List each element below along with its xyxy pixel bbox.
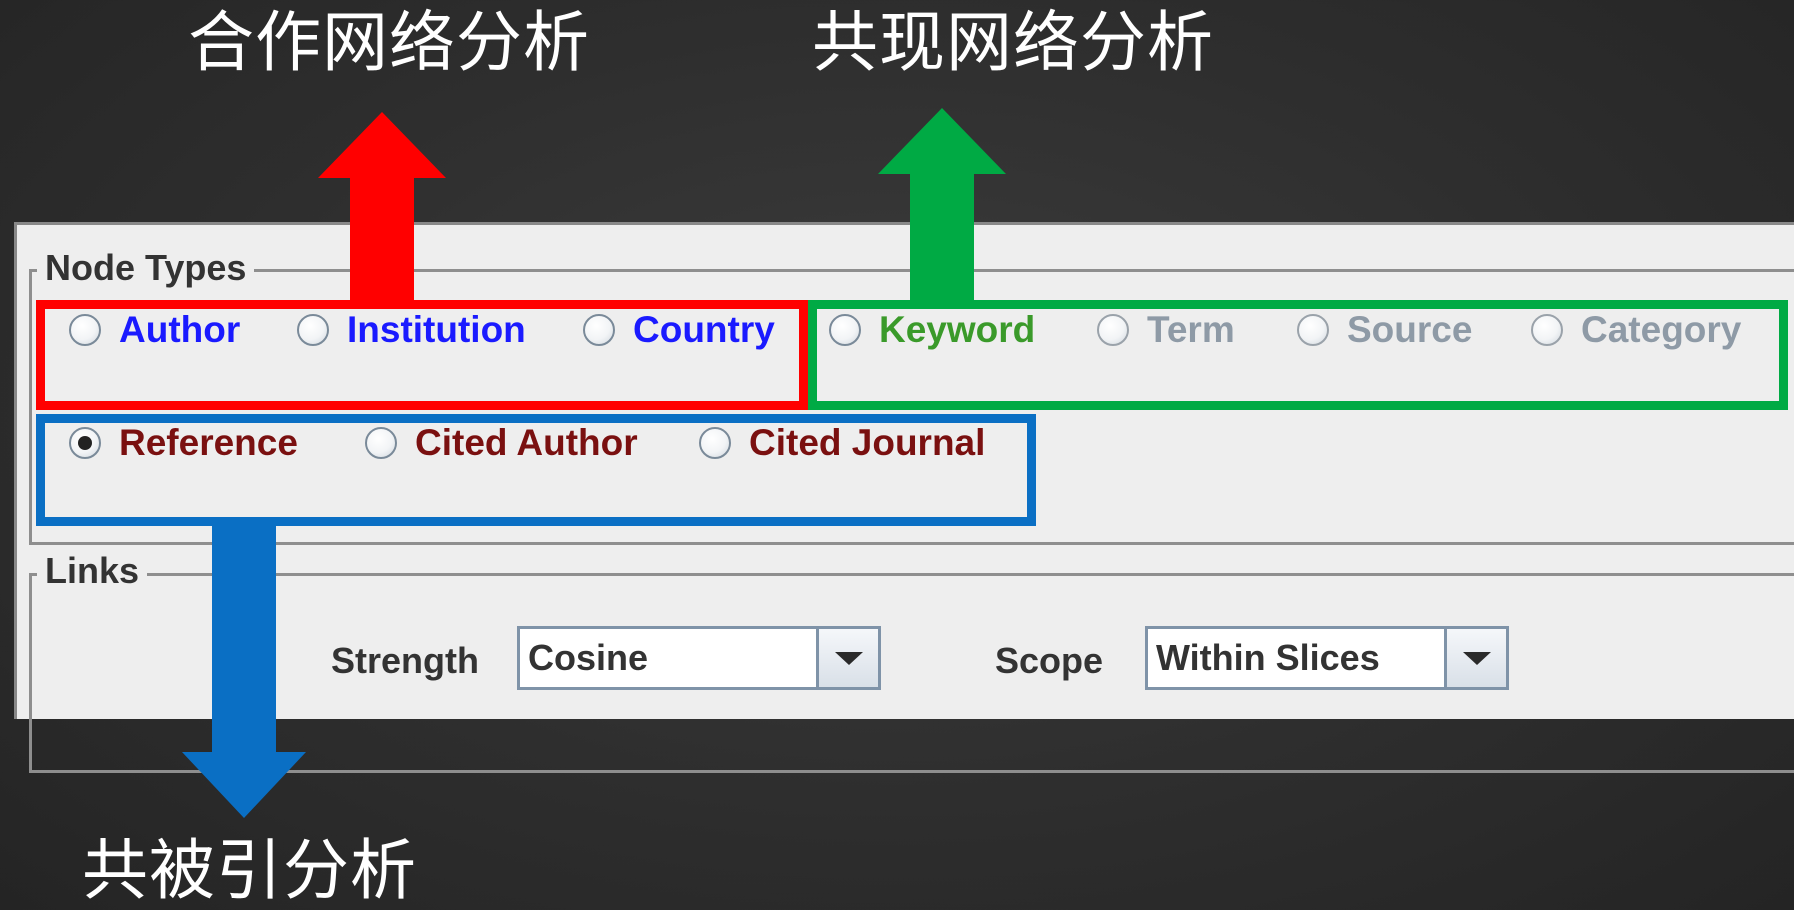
chevron-down-icon[interactable] <box>816 629 878 687</box>
strength-select-value: Cosine <box>528 637 649 678</box>
scope-select[interactable]: Within Slices <box>1145 626 1509 690</box>
collaboration-highlight-box <box>36 300 808 410</box>
chevron-down-icon[interactable] <box>1444 629 1506 687</box>
links-title: Links <box>37 551 148 591</box>
node-types-title: Node Types <box>37 248 255 288</box>
cocitation-analysis-label: 共被引分析 <box>82 832 417 909</box>
strength-label: Strength <box>331 640 479 681</box>
strength-select[interactable]: Cosine <box>517 626 881 690</box>
collaboration-network-label: 合作网络分析 <box>188 4 590 81</box>
scope-label: Scope <box>995 640 1104 681</box>
links-group <box>29 573 1794 773</box>
scope-select-value: Within Slices <box>1156 637 1380 678</box>
cooccurrence-highlight-box <box>808 300 1788 410</box>
cocitation-highlight-box <box>36 414 1036 526</box>
cooccurrence-network-label: 共现网络分析 <box>812 4 1214 81</box>
